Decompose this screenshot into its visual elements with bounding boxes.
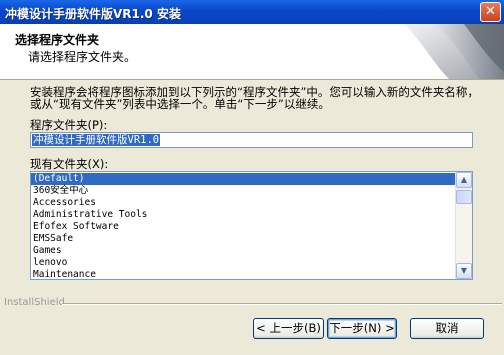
- scroll-thumb[interactable]: [456, 190, 472, 204]
- program-folder-value: 冲模设计手册软件版VR1.0: [32, 134, 161, 146]
- scroll-up-button[interactable]: ▲: [456, 172, 472, 188]
- list-item[interactable]: Administrative Tools: [31, 209, 455, 221]
- wizard-header: 选择程序文件夹 请选择程序文件夹。: [0, 24, 504, 80]
- existing-folders-list[interactable]: (Default) 360安全中心 Accessories Administrativ…: [30, 171, 473, 280]
- list-item[interactable]: Maintenance: [31, 269, 455, 279]
- window-title: 冲模设计手册软件版VR1.0 安装: [5, 7, 181, 21]
- next-button[interactable]: 下一步(N) >: [327, 318, 397, 339]
- page-title: 选择程序文件夹: [15, 33, 100, 47]
- list-item[interactable]: lenovo: [31, 257, 455, 269]
- page-subtitle: 请选择程序文件夹。: [28, 50, 137, 64]
- up-arrow-icon: ▲: [460, 175, 468, 184]
- list-item[interactable]: Games: [31, 245, 455, 257]
- close-button[interactable]: ✕: [480, 2, 501, 22]
- list-scrollbar[interactable]: ▲ ▼: [455, 172, 472, 279]
- list-item[interactable]: 360安全中心: [31, 185, 455, 197]
- title-bar[interactable]: 冲模设计手册软件版VR1.0 安装 ✕: [0, 0, 504, 24]
- header-graphic: [394, 24, 504, 79]
- program-folder-label: 程序文件夹(P):: [30, 118, 108, 132]
- program-folder-input[interactable]: 冲模设计手册软件版VR1.0: [30, 132, 473, 148]
- cancel-button[interactable]: 取消: [410, 318, 484, 339]
- down-arrow-icon: ▼: [460, 266, 468, 275]
- footer-divider: [62, 303, 502, 305]
- list-item[interactable]: Efofex Software: [31, 221, 455, 233]
- existing-folders-label: 现有文件夹(X):: [30, 157, 109, 171]
- list-item[interactable]: (Default): [31, 172, 456, 186]
- scroll-down-button[interactable]: ▼: [456, 263, 472, 279]
- installshield-brand: InstallShield: [4, 297, 65, 308]
- close-icon: ✕: [485, 4, 496, 19]
- folder-items: (Default) 360安全中心 Accessories Administrativ…: [31, 172, 456, 279]
- instructions-text: 安装程序会将程序图标添加到以下列示的“程序文件夹”中。您可以输入新的文件夹名称，…: [30, 85, 479, 111]
- list-item[interactable]: Accessories: [31, 197, 455, 209]
- installer-window: 冲模设计手册软件版VR1.0 安装 ✕ 选择程序文件夹 请选择程序文件夹。 安装…: [0, 0, 504, 355]
- list-item[interactable]: EMSSafe: [31, 233, 455, 245]
- back-button[interactable]: < 上一步(B): [253, 318, 324, 339]
